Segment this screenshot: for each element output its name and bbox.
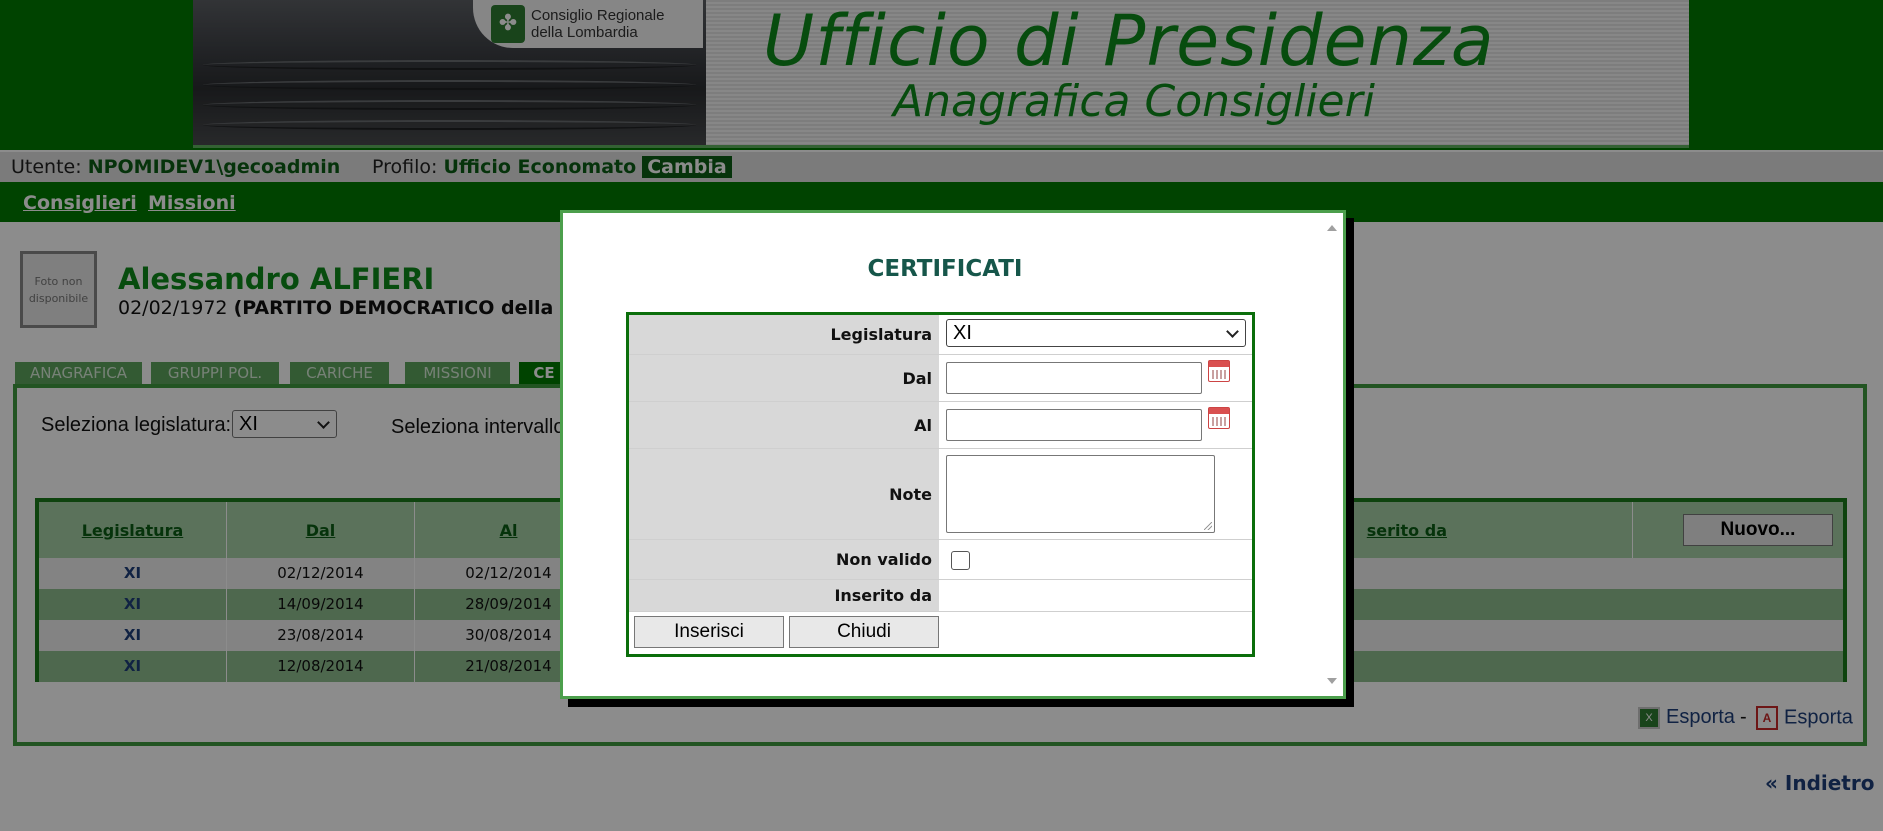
calendar-icon[interactable] (1208, 407, 1230, 429)
note-textarea[interactable] (946, 455, 1215, 533)
form-row-legislatura: Legislatura XI (629, 315, 1252, 355)
inserito-da-value (939, 580, 1252, 611)
inserito-da-label: Inserito da (629, 580, 939, 611)
certificati-dialog: CERTIFICATI Legislatura XI Dal Al Note N… (560, 210, 1346, 699)
legislatura-label: Legislatura (629, 315, 939, 354)
legislatura-value-cell: XI (939, 315, 1252, 354)
scroll-down-arrow-icon[interactable] (1327, 678, 1337, 684)
al-date-input[interactable] (946, 409, 1202, 441)
legislatura-select[interactable]: XI (946, 319, 1246, 347)
calendar-icon[interactable] (1208, 360, 1230, 382)
non-valido-value-cell (939, 540, 1252, 579)
scroll-up-arrow-icon[interactable] (1327, 225, 1337, 231)
legislatura-select-value: XI (953, 322, 972, 344)
note-label: Note (629, 449, 939, 539)
note-value-cell (939, 449, 1252, 539)
certificate-form: Legislatura XI Dal Al Note Non valido In… (626, 312, 1255, 657)
dal-label: Dal (629, 355, 939, 401)
non-valido-checkbox[interactable] (951, 551, 970, 570)
al-value-cell (939, 402, 1252, 448)
insert-button[interactable]: Inserisci (634, 616, 784, 648)
chevron-down-icon (1226, 325, 1239, 338)
form-row-inserito-da: Inserito da (629, 580, 1252, 612)
non-valido-label: Non valido (629, 540, 939, 579)
form-row-buttons: Inserisci Chiudi (629, 612, 1252, 654)
dal-date-input[interactable] (946, 362, 1202, 394)
dal-value-cell (939, 355, 1252, 401)
modal-title: CERTIFICATI (867, 256, 1023, 282)
form-row-al: Al (629, 402, 1252, 449)
form-row-note: Note (629, 449, 1252, 540)
close-button[interactable]: Chiudi (789, 616, 939, 648)
form-row-non-valido: Non valido (629, 540, 1252, 580)
modal-scrollbar[interactable] (1321, 213, 1343, 696)
form-row-dal: Dal (629, 355, 1252, 402)
al-label: Al (629, 402, 939, 448)
